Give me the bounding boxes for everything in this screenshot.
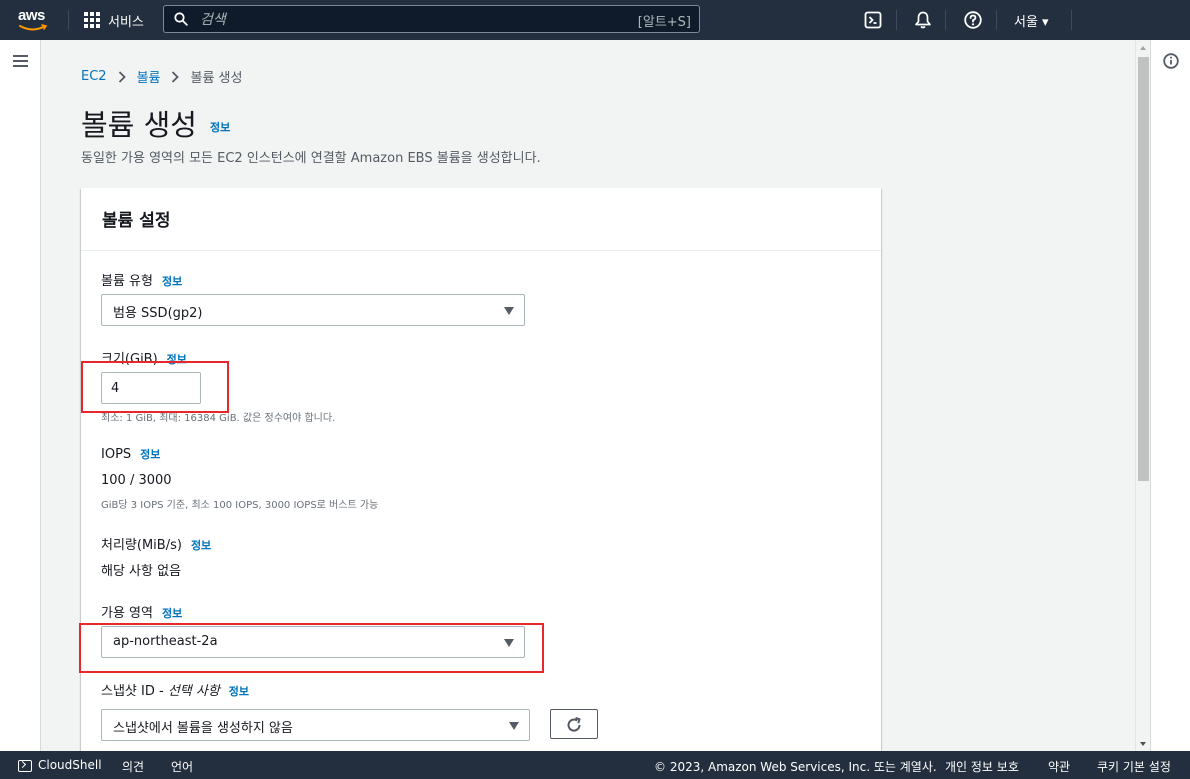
caret-down-icon [504, 307, 514, 315]
search-icon [174, 12, 188, 26]
availability-zone-info-link[interactable]: 정보 [162, 607, 182, 620]
panel-title: 볼륨 설정 [102, 211, 171, 231]
scroll-up-arrow[interactable] [1140, 46, 1146, 50]
search-input[interactable] [198, 9, 602, 31]
size-info-link[interactable]: 정보 [167, 353, 187, 366]
size-input[interactable] [101, 372, 201, 404]
iops-label: IOPS 정보 [101, 446, 160, 462]
aws-logo[interactable]: aws [18, 6, 52, 34]
chevron-right-icon [118, 70, 126, 83]
volume-type-info-link[interactable]: 정보 [162, 275, 182, 288]
availability-zone-value: ap-northeast-2a [113, 634, 218, 649]
menu-icon[interactable] [13, 55, 28, 67]
feedback-link[interactable]: 의견 [122, 758, 144, 775]
size-hint: 최소: 1 GiB, 최대: 16384 GiB. 값은 정수여야 합니다. [101, 413, 336, 424]
availability-zone-label: 가용 영역 정보 [101, 602, 182, 621]
refresh-icon [567, 717, 581, 732]
aws-smile-icon [19, 24, 48, 31]
volume-type-label-text: 볼륨 유형 [101, 274, 153, 289]
volume-settings-panel: 볼륨 설정 볼륨 유형정보 범용 SSD(gp2) 크기(GiB)정보 최소: … [81, 188, 881, 751]
throughput-label: 처리량(MiB/s) 정보 [101, 534, 211, 553]
iops-label-text: IOPS [101, 447, 132, 462]
snapshot-select[interactable]: 스냅샷에서 볼륨을 생성하지 않음 [101, 709, 530, 741]
cloudshell-icon[interactable] [863, 10, 883, 30]
throughput-info-link[interactable]: 정보 [191, 539, 211, 552]
scrollbar-thumb[interactable] [1138, 57, 1149, 481]
region-selector[interactable]: 서울 ▾ [1014, 11, 1049, 30]
breadcrumb-link-volumes[interactable]: 볼륨 [137, 67, 161, 86]
chevron-right-icon [172, 70, 180, 83]
iops-hint: GiB당 3 IOPS 기준, 최소 100 IOPS, 3000 IOPS로 … [101, 500, 379, 511]
top-navigation: aws 서비스 [알트+S] 서울 ▾ [0, 0, 1190, 40]
scroll-down-arrow[interactable] [1140, 742, 1146, 746]
bell-icon[interactable] [913, 10, 933, 30]
grid-icon [84, 12, 100, 28]
main-content: EC2 볼륨 볼륨 생성 볼륨 생성 정보 동일한 가용 영역의 모든 EC2 … [41, 40, 1135, 751]
volume-type-select[interactable]: 범용 SSD(gp2) [101, 294, 525, 326]
search-bar[interactable]: [알트+S] [163, 5, 700, 33]
help-icon[interactable] [963, 10, 983, 30]
page-scrollbar[interactable] [1135, 40, 1150, 751]
snapshot-label-text: 스냅샷 ID - [101, 684, 168, 699]
cloudshell-button[interactable]: CloudShell [18, 758, 102, 772]
page-description: 동일한 가용 영역의 모든 EC2 인스턴스에 연결할 Amazon EBS 볼… [81, 151, 541, 166]
snapshot-value: 스냅샷에서 볼륨을 생성하지 않음 [113, 721, 293, 736]
snapshot-label: 스냅샷 ID - 선택 사항 정보 [101, 680, 249, 699]
page-info-link[interactable]: 정보 [210, 119, 230, 135]
snapshot-optional-text: 선택 사항 [167, 684, 220, 699]
panel-header: 볼륨 설정 [81, 188, 881, 251]
page-title: 볼륨 생성 [81, 108, 197, 142]
aws-logo-text: aws [18, 7, 45, 24]
volume-type-value: 범용 SSD(gp2) [113, 306, 203, 321]
availability-zone-select[interactable]: ap-northeast-2a [101, 626, 525, 658]
cloudshell-label: CloudShell [38, 758, 102, 772]
caret-down-icon [504, 639, 514, 647]
caret-down-icon [509, 722, 519, 730]
throughput-label-text: 처리량(MiB/s) [101, 538, 182, 553]
iops-value: 100 / 3000 [101, 473, 172, 488]
snapshot-info-link[interactable]: 정보 [229, 685, 249, 698]
services-menu-button[interactable]: 서비스 [84, 10, 144, 30]
availability-zone-label-text: 가용 영역 [101, 606, 153, 621]
services-label: 서비스 [108, 14, 144, 30]
terms-link[interactable]: 약관 [1048, 758, 1070, 775]
cookie-preferences-link[interactable]: 쿠키 기본 설정 [1097, 758, 1171, 775]
info-circle-icon[interactable] [1163, 53, 1179, 69]
nav-divider [945, 10, 946, 30]
right-help-rail [1150, 40, 1190, 751]
breadcrumb-link-ec2[interactable]: EC2 [81, 69, 107, 84]
iops-info-link[interactable]: 정보 [140, 448, 160, 461]
left-navigation-rail [0, 40, 41, 751]
breadcrumb: EC2 볼륨 볼륨 생성 [81, 67, 242, 86]
volume-type-label: 볼륨 유형 정보 [101, 270, 182, 289]
size-label-text: 크기(GiB) [101, 352, 158, 367]
throughput-value: 해당 사항 없음 [101, 564, 182, 579]
copyright-text: © 2023, Amazon Web Services, Inc. 또는 계열사… [654, 760, 937, 774]
size-label: 크기(GiB) 정보 [101, 348, 187, 367]
nav-divider [996, 10, 997, 30]
language-link[interactable]: 언어 [171, 758, 193, 775]
footer: CloudShell 의견 언어 © 2023, Amazon Web Serv… [0, 751, 1190, 779]
cloudshell-icon [18, 760, 32, 772]
nav-divider [1071, 10, 1072, 30]
nav-divider [896, 10, 897, 30]
nav-divider [68, 10, 69, 30]
refresh-snapshots-button[interactable] [550, 709, 598, 739]
breadcrumb-current: 볼륨 생성 [190, 71, 243, 86]
privacy-link[interactable]: 개인 정보 보호 [945, 758, 1019, 775]
search-shortcut-hint: [알트+S] [637, 15, 691, 30]
